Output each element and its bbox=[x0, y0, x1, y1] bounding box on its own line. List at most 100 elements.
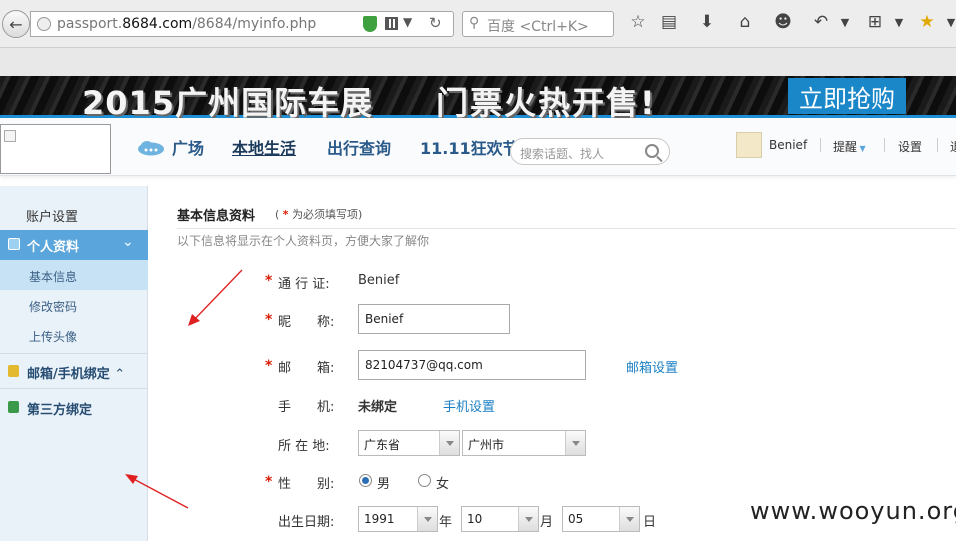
cloud-chat-icon bbox=[138, 141, 164, 156]
search-icon: ⚲ bbox=[469, 15, 480, 31]
birth-year-value: 1991 bbox=[364, 512, 395, 526]
back-icon[interactable]: ← bbox=[2, 10, 30, 38]
title-divider bbox=[177, 228, 956, 229]
banner-subline: 门票火热开售! bbox=[436, 84, 657, 118]
sidebar-item-change-password[interactable]: 修改密码 bbox=[0, 290, 148, 320]
sidebar-item-label: 基本信息 bbox=[29, 270, 78, 284]
location-label: 所 在 地: bbox=[278, 439, 330, 454]
address-bar[interactable]: passport.8684.com/8684/myinfo.php ▼ ↻ bbox=[30, 11, 454, 37]
required-mark: * bbox=[265, 312, 273, 328]
city-select[interactable]: 广州市 bbox=[462, 430, 586, 456]
crop-dropdown-icon[interactable]: ▼ bbox=[888, 16, 910, 29]
nickname-input[interactable]: Benief bbox=[358, 304, 510, 334]
undo-icon[interactable]: ↶ bbox=[810, 12, 832, 32]
email-input[interactable]: 82104737@qq.com bbox=[358, 350, 586, 380]
settings-link[interactable]: 设置 bbox=[898, 138, 922, 155]
undo-dropdown-icon[interactable]: ▼ bbox=[834, 16, 856, 29]
buy-now-button[interactable]: 立即抢购 bbox=[788, 78, 906, 114]
crop-icon[interactable]: ⊞ bbox=[864, 12, 886, 32]
sidebar-section-mail-phone[interactable]: 邮箱/手机绑定 ⌃ bbox=[0, 355, 148, 385]
day-unit: 日 bbox=[643, 515, 657, 530]
email-settings-link[interactable]: 邮箱设置 bbox=[626, 357, 678, 376]
site-navigation: 广场 本地生活 出行查询 11.11狂欢节 搜索话题、找人 Benief 提醒 … bbox=[0, 118, 956, 176]
main-content: 基本信息资料 ( * 为必须填写项) 以下信息将显示在个人资料页，方便大家了解你… bbox=[149, 186, 956, 541]
passport-value: Benief bbox=[358, 273, 400, 288]
nav-link-square[interactable]: 广场 bbox=[172, 135, 204, 159]
reading-list-icon[interactable]: ▤ bbox=[658, 12, 680, 32]
chat-icon[interactable]: ☻ bbox=[772, 12, 794, 32]
chevron-down-icon[interactable] bbox=[565, 431, 585, 455]
sidebar-item-label: 上传头像 bbox=[29, 330, 78, 344]
phone-label: 手 机: bbox=[278, 400, 335, 415]
avatar[interactable] bbox=[736, 132, 762, 158]
birth-day-value: 05 bbox=[568, 512, 584, 526]
site-search-placeholder: 搜索话题、找人 bbox=[520, 147, 605, 161]
sidebar-section-label: 个人资料 bbox=[27, 240, 80, 255]
nav-divider bbox=[937, 138, 938, 152]
birth-year-select[interactable]: 1991 bbox=[358, 506, 438, 532]
qrcode-icon[interactable] bbox=[385, 17, 398, 30]
chevron-down-icon[interactable] bbox=[518, 507, 538, 531]
user-name[interactable]: Benief bbox=[769, 138, 807, 152]
sidebar-item-basic-info[interactable]: 基本信息 bbox=[0, 260, 148, 290]
profile-card-icon bbox=[8, 238, 20, 250]
addon-dropdown-icon[interactable]: ▼ bbox=[940, 16, 956, 29]
required-mark: * bbox=[265, 474, 273, 490]
broken-image-icon bbox=[4, 130, 16, 142]
search-icon[interactable] bbox=[645, 144, 659, 158]
gender-female-label[interactable]: 女 bbox=[436, 473, 449, 492]
star-icon[interactable]: ☆ bbox=[627, 12, 649, 32]
nav-link-local-life[interactable]: 本地生活 bbox=[232, 135, 296, 159]
site-search-input[interactable]: 搜索话题、找人 bbox=[510, 138, 670, 165]
nickname-label: 昵 称: bbox=[278, 315, 335, 330]
month-unit: 月 bbox=[540, 515, 554, 530]
globe-icon bbox=[37, 17, 51, 31]
province-value: 广东省 bbox=[364, 438, 401, 452]
url-text: passport.8684.com/8684/myinfo.php bbox=[57, 16, 317, 32]
birth-month-value: 10 bbox=[467, 512, 483, 526]
banner-headline: 2015广州国际车展 bbox=[82, 84, 374, 118]
gender-female-radio[interactable] bbox=[418, 474, 431, 487]
browser-search-input[interactable]: ⚲ 百度 <Ctrl+K> bbox=[462, 11, 614, 37]
chevron-down-icon[interactable] bbox=[417, 507, 437, 531]
phone-value: 未绑定 bbox=[358, 400, 398, 415]
sidebar-item-upload-avatar[interactable]: 上传头像 bbox=[0, 320, 148, 350]
sidebar-divider bbox=[0, 388, 148, 389]
email-label: 邮 箱: bbox=[278, 361, 335, 376]
birthday-label: 出生日期: bbox=[278, 515, 335, 530]
link-icon bbox=[8, 401, 19, 413]
sidebar-section-label: 第三方绑定 bbox=[27, 403, 93, 418]
nav-link-double-eleven[interactable]: 11.11狂欢节 bbox=[420, 135, 519, 159]
chevron-down-icon[interactable] bbox=[439, 431, 459, 455]
birth-month-select[interactable]: 10 bbox=[461, 506, 539, 532]
annotation-arrow-icon bbox=[125, 474, 189, 509]
city-value: 广州市 bbox=[468, 438, 505, 452]
gender-male-radio[interactable] bbox=[359, 474, 372, 487]
shield-icon[interactable] bbox=[363, 16, 377, 32]
sidebar-section-personal[interactable]: 个人资料 ⌄ bbox=[0, 230, 148, 260]
passport-label: 通 行 证: bbox=[278, 277, 330, 292]
gender-male-label[interactable]: 男 bbox=[377, 473, 390, 492]
browser-toolbar: ← passport.8684.com/8684/myinfo.php ▼ ↻ … bbox=[0, 0, 956, 48]
chevron-down-icon[interactable] bbox=[619, 507, 639, 531]
logout-link[interactable]: 退 bbox=[950, 138, 956, 155]
sidebar-section-third-party[interactable]: 第三方绑定 bbox=[0, 391, 148, 421]
dropdown-arrow-icon[interactable]: ▼ bbox=[403, 15, 412, 29]
sidebar-divider bbox=[0, 353, 148, 354]
sidebar-section-label: 邮箱/手机绑定 ⌃ bbox=[27, 367, 126, 382]
home-icon[interactable]: ⌂ bbox=[734, 12, 756, 32]
phone-settings-link[interactable]: 手机设置 bbox=[443, 396, 495, 415]
nav-link-travel[interactable]: 出行查询 bbox=[327, 135, 391, 159]
chevron-up-icon: ⌃ bbox=[114, 367, 126, 382]
reload-icon[interactable]: ↻ bbox=[429, 14, 442, 32]
birth-day-select[interactable]: 05 bbox=[562, 506, 640, 532]
addon-star-icon[interactable]: ★ bbox=[916, 12, 938, 32]
province-select[interactable]: 广东省 bbox=[358, 430, 460, 456]
required-mark: * bbox=[265, 358, 273, 374]
remind-menu[interactable]: 提醒 ▼ bbox=[833, 138, 866, 155]
download-icon[interactable]: ⬇ bbox=[696, 12, 718, 32]
browser-tab-strip bbox=[0, 48, 956, 76]
annotation-arrow-icon bbox=[188, 269, 243, 326]
site-logo[interactable] bbox=[0, 124, 111, 174]
gender-label: 性 别: bbox=[278, 477, 335, 492]
